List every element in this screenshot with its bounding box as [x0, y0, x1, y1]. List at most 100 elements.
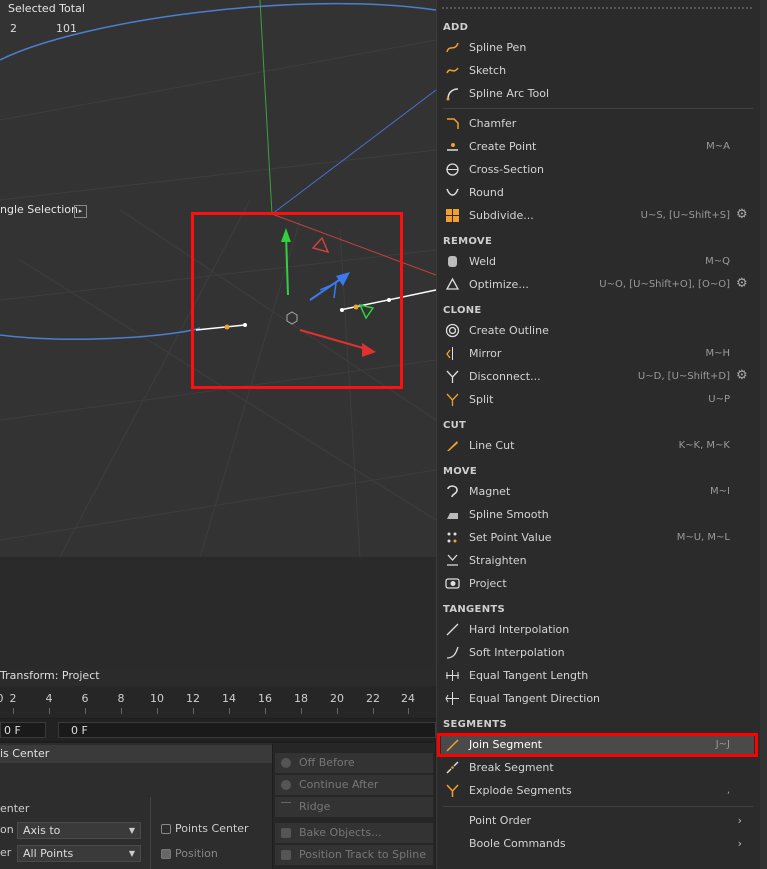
selected-count-right: 101 — [56, 22, 77, 35]
position-checkbox[interactable] — [161, 849, 171, 859]
attributes-section-label: enter — [0, 802, 30, 815]
round-icon — [446, 188, 459, 196]
chevron-right-icon: › — [737, 814, 742, 827]
continue-after-button[interactable]: Continue After — [275, 775, 433, 795]
menu-item-label: Soft Interpolation — [469, 646, 565, 659]
hud-expand-icon[interactable]: ▸ — [74, 205, 87, 218]
menu-item-break-segment[interactable]: Break Segment — [441, 756, 754, 779]
points-row-label: er — [0, 846, 12, 859]
chevron-down-icon: ▼ — [128, 849, 135, 858]
tick-label: 20 — [330, 692, 344, 705]
menu-item-magnet[interactable]: Magnet M~I — [441, 480, 754, 503]
gear-icon[interactable]: ⚙ — [736, 277, 749, 290]
create-point-icon — [447, 143, 458, 151]
points-center-checkbox[interactable] — [161, 824, 171, 834]
menu-item-shortcut: U~P — [708, 394, 730, 405]
menu-item-spline-pen[interactable]: Spline Pen — [441, 36, 754, 59]
axis-to-dropdown[interactable]: Axis to ▼ — [17, 822, 141, 839]
subdivide-icon — [446, 209, 459, 222]
menu-item-straighten[interactable]: Straighten — [441, 549, 754, 572]
menu-item-label: Straighten — [469, 554, 527, 567]
menu-item-label: Boole Commands — [469, 837, 566, 850]
arc-tool-icon — [446, 88, 459, 101]
all-points-value: All Points — [23, 847, 74, 860]
tick-label: 22 — [366, 692, 380, 705]
attributes-title: is Center — [0, 745, 272, 763]
single-selection-label: ngle Selection — [0, 203, 78, 216]
menu-item-round[interactable]: Round — [441, 181, 754, 204]
set-point-value-icon — [447, 532, 457, 543]
menu-item-disconnect[interactable]: Disconnect... U~D, [U~Shift+D] ⚙ — [441, 365, 754, 388]
menu-item-label: Spline Arc Tool — [469, 87, 550, 100]
menu-item-chamfer[interactable]: Chamfer — [441, 112, 754, 135]
all-points-dropdown[interactable]: All Points ▼ — [17, 845, 141, 862]
tick-label: 18 — [294, 692, 308, 705]
current-frame-field[interactable]: 0 F — [58, 722, 436, 738]
equal-tangent-length-icon — [446, 670, 459, 681]
menu-item-hard-interpolation[interactable]: Hard Interpolation — [441, 618, 754, 641]
menu-item-spline-arc-tool[interactable]: Spline Arc Tool — [441, 82, 754, 105]
menu-item-shortcut: M~U, M~L — [676, 532, 730, 543]
bake-objects-button[interactable]: Bake Objects... — [275, 823, 433, 843]
hard-interpolation-icon — [446, 623, 459, 636]
menu-item-soft-interpolation[interactable]: Soft Interpolation — [441, 641, 754, 664]
gear-icon[interactable]: ⚙ — [736, 369, 749, 382]
ridge-button[interactable]: Ridge — [275, 797, 433, 817]
attributes-panel: is Center enter on Axis to ▼ er All Point… — [0, 743, 272, 869]
soft-interpolation-icon — [446, 646, 459, 659]
menu-item-label: Point Order — [469, 814, 532, 827]
menu-item-shortcut: U~O, [U~Shift+O], [O~O] — [599, 279, 730, 290]
menu-item-sketch[interactable]: Sketch — [441, 59, 754, 82]
bake-objects-label: Bake Objects... — [299, 826, 382, 839]
menu-item-label: Equal Tangent Length — [469, 669, 589, 682]
section-tangents: TANGENTS — [443, 604, 505, 615]
menu-item-label: Mirror — [469, 347, 502, 360]
off-before-icon — [281, 758, 291, 768]
menu-item-spline-smooth[interactable]: Spline Smooth — [441, 503, 754, 526]
menu-item-point-order[interactable]: Point Order › — [441, 809, 754, 832]
menu-item-equal-tangent-direction[interactable]: Equal Tangent Direction — [441, 687, 754, 710]
menu-item-shortcut: M~A — [706, 141, 730, 152]
explode-segments-icon — [446, 784, 459, 797]
gear-icon[interactable]: ⚙ — [736, 208, 749, 221]
menu-item-subdivide[interactable]: Subdivide... U~S, [U~Shift+S] ⚙ — [441, 204, 754, 227]
menu-item-boole-commands[interactable]: Boole Commands › — [441, 832, 754, 855]
menu-item-label: Optimize... — [469, 278, 529, 291]
menu-item-create-outline[interactable]: Create Outline — [441, 319, 754, 342]
menu-item-label: Explode Segments — [469, 784, 572, 797]
menu-item-create-point[interactable]: Create Point M~A — [441, 135, 754, 158]
position-track-button[interactable]: Position Track to Spline — [275, 845, 433, 865]
menu-item-weld[interactable]: Weld M~Q — [441, 250, 754, 273]
menu-item-shortcut: U~D, [U~Shift+D] — [637, 371, 730, 382]
section-clone: CLONE — [443, 305, 482, 316]
menu-item-mirror[interactable]: Mirror M~H — [441, 342, 754, 365]
menu-item-label: Spline Smooth — [469, 508, 549, 521]
menu-item-optimize[interactable]: Optimize... U~O, [U~Shift+O], [O~O] ⚙ — [441, 273, 754, 296]
menu-item-explode-segments[interactable]: Explode Segments , — [441, 779, 754, 802]
track-icon — [281, 850, 291, 860]
spline-side-buttons: Off Before Continue After Ridge Bake Obj… — [273, 743, 435, 869]
sketch-icon — [446, 67, 459, 74]
menu-item-shortcut: M~I — [710, 486, 730, 497]
menu-item-split[interactable]: Split U~P — [441, 388, 754, 411]
selected-total-label: Selected Total — [8, 2, 85, 15]
menu-item-set-point-value[interactable]: Set Point Value M~U, M~L — [441, 526, 754, 549]
mirror-icon — [446, 347, 453, 360]
off-before-button[interactable]: Off Before — [275, 753, 433, 773]
selected-count-left: 2 — [10, 22, 17, 35]
menu-item-label: Sketch — [469, 64, 507, 77]
menu-item-shortcut: K~K, M~K — [678, 440, 730, 451]
ridge-label: Ridge — [299, 800, 331, 813]
menu-item-equal-tangent-length[interactable]: Equal Tangent Length — [441, 664, 754, 687]
menu-item-line-cut[interactable]: Line Cut K~K, M~K — [441, 434, 754, 457]
position-label: Position — [175, 847, 218, 860]
menu-item-label: Chamfer — [469, 117, 517, 130]
menu-item-project[interactable]: Project — [441, 572, 754, 595]
menu-item-label: Equal Tangent Direction — [469, 692, 601, 705]
timeline-ruler[interactable]: 0 2 4 6 8 10 12 14 16 18 20 22 24 — [0, 686, 436, 718]
menu-item-label: Set Point Value — [469, 531, 552, 544]
menu-item-cross-section[interactable]: Cross-Section — [441, 158, 754, 181]
menu-grip[interactable] — [441, 6, 753, 10]
disconnect-icon — [446, 370, 459, 383]
start-frame-field[interactable]: 0 F — [0, 722, 46, 738]
